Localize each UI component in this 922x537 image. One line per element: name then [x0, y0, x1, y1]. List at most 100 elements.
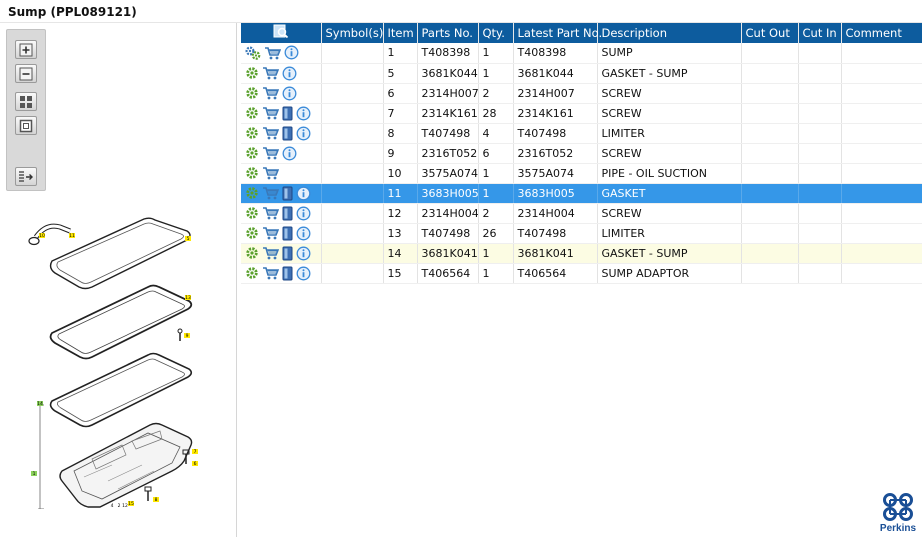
- shopping-cart-icon[interactable]: [262, 66, 279, 80]
- table-row[interactable]: 10 3575A074 1 3575A074 PIPE - OIL SUCTION: [241, 163, 922, 184]
- cut-out-cell: [741, 63, 799, 84]
- table-row[interactable]: 1 T408398 1 T408398 SUMP: [241, 43, 922, 64]
- document-icon[interactable]: [282, 126, 293, 141]
- comment-cell: [841, 223, 922, 244]
- column-header-latest-part-no[interactable]: Latest Part No.: [513, 23, 602, 43]
- zoom-out-icon: [19, 67, 33, 80]
- table-row[interactable]: 6 2314H007 2 2314H007 SCREW: [241, 83, 922, 104]
- latest-part-no-cell: 2314H004: [513, 203, 598, 224]
- table-row[interactable]: 7 2314K161 28 2314K161 SCREW: [241, 103, 922, 124]
- row-actions: [241, 243, 322, 264]
- table-row[interactable]: 13 T407498 26 T407498 LIMITER: [241, 223, 922, 244]
- gear-icon[interactable]: [245, 246, 259, 260]
- gasket-sump-upper[interactable]: [49, 217, 191, 290]
- latest-part-no-cell: 2314K161: [513, 103, 598, 124]
- description-cell: SCREW: [597, 83, 742, 104]
- latest-part-no-cell: 3681K041: [513, 243, 598, 264]
- shopping-cart-icon[interactable]: [262, 206, 279, 220]
- document-icon[interactable]: [282, 246, 293, 261]
- info-icon[interactable]: [282, 66, 297, 81]
- table-row[interactable]: 8 T407498 4 T407498 LIMITER: [241, 123, 922, 144]
- comment-cell: [841, 123, 922, 144]
- gear-icon[interactable]: [245, 126, 259, 140]
- shopping-cart-icon[interactable]: [262, 106, 279, 120]
- item-cell: 8: [383, 123, 418, 144]
- item-cell: 7: [383, 103, 418, 124]
- column-header-item[interactable]: Item: [383, 23, 418, 43]
- shopping-cart-icon[interactable]: [262, 146, 279, 160]
- table-row[interactable]: 9 2316T052 6 2316T052 SCREW: [241, 143, 922, 164]
- item-cell: 5: [383, 63, 418, 84]
- document-icon[interactable]: [282, 206, 293, 221]
- export-list-button[interactable]: [15, 167, 37, 186]
- info-icon[interactable]: [296, 106, 311, 121]
- info-icon[interactable]: [284, 45, 299, 60]
- cut-out-cell: [741, 163, 799, 184]
- shopping-cart-icon[interactable]: [262, 186, 279, 200]
- shopping-cart-icon[interactable]: [262, 86, 279, 100]
- gears-icon[interactable]: [245, 46, 261, 60]
- info-icon[interactable]: [296, 246, 311, 261]
- info-icon[interactable]: [282, 146, 297, 161]
- latest-part-no-cell: 3683H005: [513, 183, 598, 204]
- callout-label: 7: [194, 449, 197, 455]
- shopping-cart-icon[interactable]: [262, 226, 279, 240]
- gear-icon[interactable]: [245, 226, 259, 240]
- row-actions: [241, 203, 322, 224]
- fit-page-button[interactable]: [15, 116, 37, 135]
- gear-icon[interactable]: [245, 266, 259, 280]
- shopping-cart-icon[interactable]: [262, 246, 279, 260]
- gear-icon[interactable]: [245, 206, 259, 220]
- fit-grid-button[interactable]: [15, 92, 37, 111]
- column-header-cut-in[interactable]: Cut In: [798, 23, 842, 43]
- column-header-comment[interactable]: Comment: [841, 23, 922, 43]
- gear-icon[interactable]: [245, 146, 259, 160]
- cut-in-cell: [798, 123, 842, 144]
- parts-no-cell: T408398: [417, 43, 479, 64]
- perkins-logo-text: Perkins: [879, 523, 917, 534]
- perkins-logo-icon: [883, 493, 913, 521]
- column-header-description[interactable]: Description: [597, 23, 742, 43]
- shopping-cart-icon[interactable]: [262, 166, 279, 180]
- gasket-sump-lower[interactable]: [49, 352, 193, 428]
- info-icon[interactable]: [282, 86, 297, 101]
- zoom-in-button[interactable]: [15, 40, 37, 59]
- shopping-cart-icon[interactable]: [264, 46, 281, 60]
- zoom-out-button[interactable]: [15, 64, 37, 83]
- gear-icon[interactable]: [245, 106, 259, 120]
- document-icon[interactable]: [282, 226, 293, 241]
- table-row[interactable]: 12 2314H004 2 2314H004 SCREW: [241, 203, 922, 224]
- table-row[interactable]: 14 3681K041 1 3681K041 GASKET - SUMP: [241, 243, 922, 264]
- column-header-qty[interactable]: Qty.: [478, 23, 514, 43]
- shopping-cart-icon[interactable]: [262, 266, 279, 280]
- sump[interactable]: [59, 422, 193, 508]
- cut-in-cell: [798, 223, 842, 244]
- table-row[interactable]: 5 3681K044 1 3681K044 GASKET - SUMP: [241, 63, 922, 84]
- info-icon[interactable]: [296, 186, 311, 201]
- description-cell: GASKET - SUMP: [597, 63, 742, 84]
- qty-cell: 1: [478, 163, 514, 184]
- info-icon[interactable]: [296, 206, 311, 221]
- cut-in-cell: [798, 143, 842, 164]
- table-row[interactable]: 15 T406564 1 T406564 SUMP ADAPTOR: [241, 263, 922, 284]
- info-icon[interactable]: [296, 226, 311, 241]
- info-icon[interactable]: [296, 126, 311, 141]
- document-icon[interactable]: [282, 186, 293, 201]
- cut-out-cell: [741, 243, 799, 264]
- column-header-cut-out[interactable]: Cut Out: [741, 23, 799, 43]
- table-row[interactable]: 11 3683H005 1 3683H005 GASKET: [241, 183, 922, 204]
- column-header-parts-no[interactable]: Parts No.: [417, 23, 479, 43]
- latest-part-no-cell: T406564: [513, 263, 598, 284]
- gear-icon[interactable]: [245, 186, 259, 200]
- gear-icon[interactable]: [245, 86, 259, 100]
- item-cell: 10: [383, 163, 418, 184]
- document-icon[interactable]: [282, 106, 293, 121]
- column-header-symbols[interactable]: Symbol(s): [321, 23, 384, 43]
- info-icon[interactable]: [296, 266, 311, 281]
- column-header-actions[interactable]: [241, 23, 322, 43]
- document-icon[interactable]: [282, 266, 293, 281]
- shopping-cart-icon[interactable]: [262, 126, 279, 140]
- gear-icon[interactable]: [245, 66, 259, 80]
- gear-icon[interactable]: [245, 166, 259, 180]
- sump-adaptor[interactable]: [49, 284, 193, 360]
